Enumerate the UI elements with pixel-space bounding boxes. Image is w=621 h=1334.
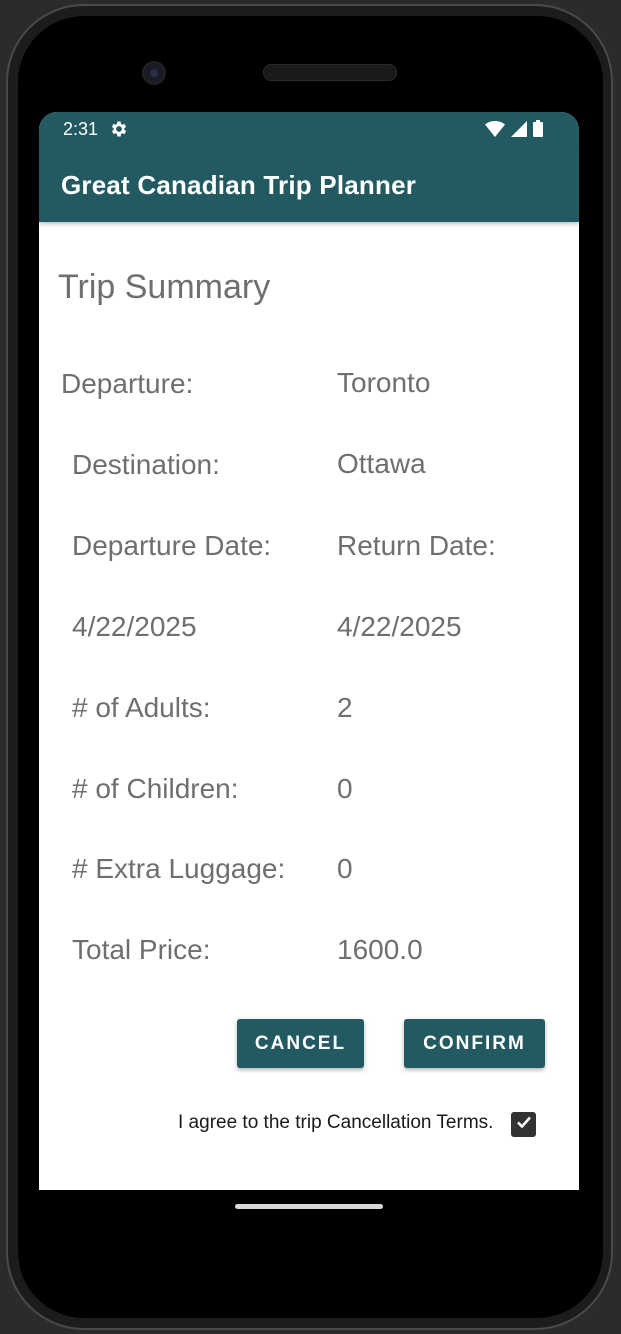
children-label: # of Children:: [72, 773, 239, 804]
status-icons: [485, 120, 543, 142]
departure-date-value: 4/22/2025: [72, 611, 197, 642]
status-time: 2:31: [63, 119, 99, 139]
cellular-signal-icon: [511, 120, 527, 142]
children-value: 0: [337, 773, 353, 804]
total-price-label: Total Price:: [72, 934, 211, 965]
departure-value: Toronto: [337, 367, 431, 398]
app-screen: 2:31 Great Canadian Trip Planner Trip Su…: [39, 112, 579, 1190]
wifi-icon: [485, 120, 505, 142]
adults-label: # of Adults:: [72, 692, 211, 723]
cancel-button[interactable]: CANCEL: [237, 1019, 364, 1068]
app-bar: Great Canadian Trip Planner: [39, 150, 579, 222]
extra-luggage-value: 0: [337, 853, 353, 884]
agreement-label: I agree to the trip Cancellation Terms.: [178, 1112, 494, 1133]
settings-gear-icon: [109, 119, 129, 139]
agreement-checkbox[interactable]: [511, 1112, 536, 1137]
confirm-button[interactable]: CONFIRM: [404, 1019, 545, 1068]
home-indicator[interactable]: [235, 1204, 383, 1209]
battery-icon: [533, 120, 543, 142]
earpiece-speaker: [263, 64, 397, 81]
return-date-value: 4/22/2025: [337, 611, 462, 642]
status-bar: 2:31: [39, 112, 579, 150]
extra-luggage-label: # Extra Luggage:: [72, 853, 286, 884]
destination-value: Ottawa: [337, 448, 426, 479]
destination-label: Destination:: [72, 449, 220, 480]
total-price-value: 1600.0: [337, 934, 423, 965]
trip-summary-heading: Trip Summary: [58, 268, 271, 306]
front-camera: [142, 61, 166, 85]
return-date-label: Return Date:: [337, 530, 496, 561]
system-navigation-bar: [39, 1190, 579, 1230]
departure-date-label: Departure Date:: [72, 530, 272, 561]
app-title: Great Canadian Trip Planner: [61, 170, 417, 200]
checkmark-icon: [515, 1113, 533, 1136]
departure-label: Departure:: [61, 368, 194, 399]
adults-value: 2: [337, 692, 353, 723]
